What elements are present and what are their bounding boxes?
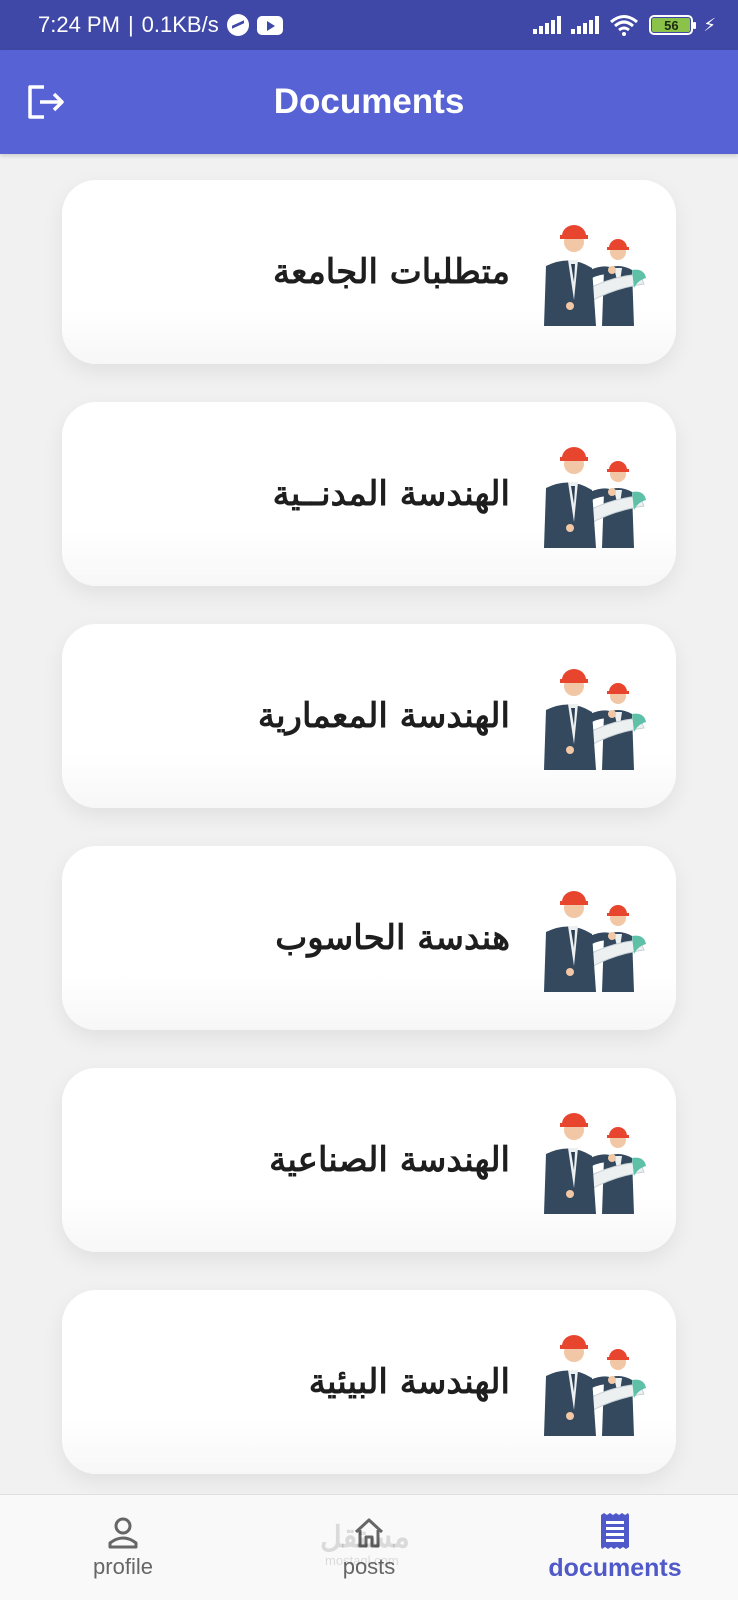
document-card-computer-engineering[interactable]: هندسة الحاسوب: [62, 846, 676, 1030]
messenger-icon: [226, 14, 249, 36]
document-card-label: الهندسة المعمارية: [257, 696, 510, 736]
signal-icon: [571, 16, 600, 34]
status-bar: 7:24 PM | 0.1KB/s 56 ⚡: [0, 0, 738, 50]
status-time: 7:24 PM: [38, 12, 120, 37]
status-right: 56 ⚡: [533, 14, 716, 36]
document-card-architectural-engineering[interactable]: الهندسة المعمارية: [62, 624, 676, 808]
engineers-icon: [540, 662, 646, 770]
document-card-label: متطلبات الجامعة: [272, 252, 510, 292]
battery-icon: 56: [649, 15, 697, 35]
nav-item-profile[interactable]: profile: [0, 1495, 246, 1600]
document-card-civil-engineering[interactable]: الهندسة المدنــية: [62, 402, 676, 586]
document-card-label: هندسة الحاسوب: [275, 918, 510, 958]
battery-level: 56: [652, 18, 691, 33]
signal-icon: [533, 16, 562, 34]
engineers-icon: [540, 884, 646, 992]
document-icon: [601, 1513, 629, 1549]
network-speed: 0.1KB/s: [141, 12, 219, 37]
nav-item-documents[interactable]: documents: [492, 1495, 738, 1600]
document-card-label: الهندسة الصناعية: [269, 1140, 510, 1180]
engineers-icon: [540, 440, 646, 548]
engineers-icon: [540, 1106, 646, 1214]
engineers-icon: [540, 218, 646, 326]
document-card-label: الهندسة البيئية: [308, 1362, 510, 1402]
document-card-environmental-engineering[interactable]: الهندسة البيئية: [62, 1290, 676, 1474]
status-separator: |: [127, 12, 134, 37]
document-card-label: الهندسة المدنــية: [272, 474, 510, 514]
document-card-university-requirements[interactable]: متطلبات الجامعة: [62, 180, 676, 364]
documents-list: متطلبات الجامعة الهندسة المدنــية الهندس…: [0, 154, 738, 1494]
watermark-url: mostaql.com: [325, 1553, 399, 1568]
document-card-industrial-engineering[interactable]: الهندسة الصناعية: [62, 1068, 676, 1252]
engineers-icon: [540, 1328, 646, 1436]
youtube-icon: [256, 15, 283, 35]
logout-icon: [28, 85, 64, 119]
charging-icon: ⚡: [703, 14, 716, 36]
app-bar: Documents: [0, 50, 738, 154]
person-icon: [108, 1517, 138, 1548]
nav-label-documents: documents: [548, 1554, 682, 1582]
page-title: Documents: [273, 82, 465, 121]
wifi-icon: [610, 15, 639, 36]
status-left: 7:24 PM | 0.1KB/s: [38, 12, 283, 38]
watermark-logo: مستقل: [320, 1521, 410, 1554]
nav-label-profile: profile: [93, 1553, 153, 1579]
logout-button[interactable]: [24, 80, 68, 124]
